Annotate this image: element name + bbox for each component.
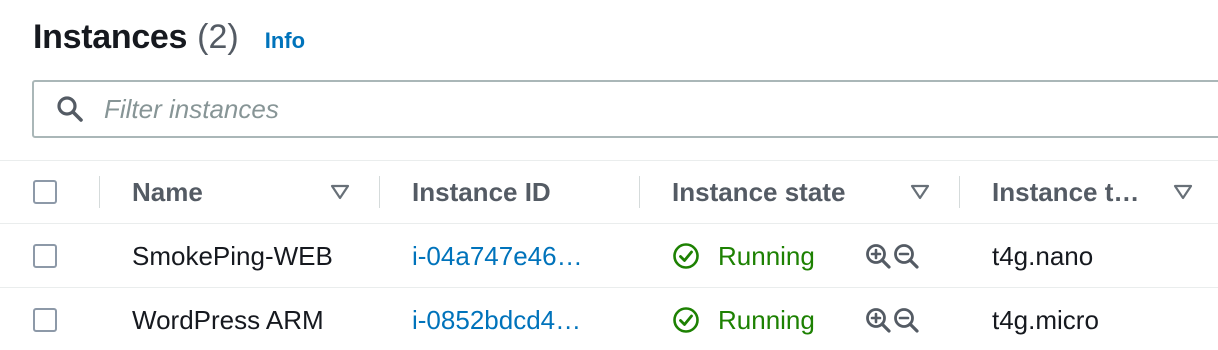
info-link[interactable]: Info	[265, 28, 305, 54]
check-circle-icon	[673, 243, 699, 269]
instance-name: WordPress ARM	[132, 304, 324, 335]
filter-instances-input[interactable]	[102, 92, 1006, 126]
row-checkbox[interactable]	[33, 244, 57, 268]
table-header-row: Name Instance ID Instance state Instance…	[0, 160, 1218, 224]
column-header-instance-state[interactable]: Instance state	[672, 160, 845, 224]
instance-state-label: Running	[718, 304, 815, 335]
column-divider[interactable]	[639, 176, 640, 208]
panel-header: Instances (2) Info	[33, 18, 305, 64]
column-divider[interactable]	[99, 176, 100, 208]
column-divider[interactable]	[379, 176, 380, 208]
instance-id-link[interactable]: i-04a747e46…	[412, 224, 583, 288]
zoom-out-icon[interactable]	[892, 242, 920, 270]
caret-down-icon[interactable]	[330, 182, 350, 202]
caret-down-icon[interactable]	[1173, 182, 1193, 202]
search-icon	[54, 93, 86, 125]
row-select-cell	[33, 288, 57, 350]
column-header-instance-id[interactable]: Instance ID	[412, 160, 551, 224]
instance-state: Running	[672, 288, 815, 350]
zoom-controls	[864, 288, 920, 350]
row-select-cell	[33, 224, 57, 288]
select-all-checkbox[interactable]	[33, 180, 57, 204]
caret-down-icon[interactable]	[910, 182, 930, 202]
row-checkbox[interactable]	[33, 308, 57, 332]
zoom-controls	[864, 224, 920, 288]
check-circle-icon	[673, 307, 699, 333]
instance-count: (2)	[197, 18, 239, 56]
instance-state: Running	[672, 224, 815, 288]
table-row[interactable]: SmokePing-WEB i-04a747e46… Running t4g.n…	[0, 224, 1218, 288]
instances-panel: Instances (2) Info Name Instance ID Inst…	[0, 0, 1218, 350]
instance-type: t4g.micro	[992, 304, 1099, 335]
zoom-in-icon[interactable]	[864, 242, 892, 270]
instance-name: SmokePing-WEB	[132, 240, 333, 271]
page-title: Instances	[33, 18, 188, 56]
select-all-cell	[33, 160, 57, 224]
table-row[interactable]: WordPress ARM i-0852bdcd4… Running t4g.m…	[0, 288, 1218, 350]
zoom-in-icon[interactable]	[864, 306, 892, 334]
column-divider[interactable]	[959, 176, 960, 208]
column-header-instance-type[interactable]: Instance t…	[992, 160, 1139, 224]
zoom-out-icon[interactable]	[892, 306, 920, 334]
filter-search-box[interactable]	[32, 80, 1218, 138]
column-header-name[interactable]: Name	[132, 160, 203, 224]
instance-id-link[interactable]: i-0852bdcd4…	[412, 288, 581, 350]
instance-type: t4g.nano	[992, 240, 1094, 271]
instance-state-label: Running	[718, 240, 815, 271]
